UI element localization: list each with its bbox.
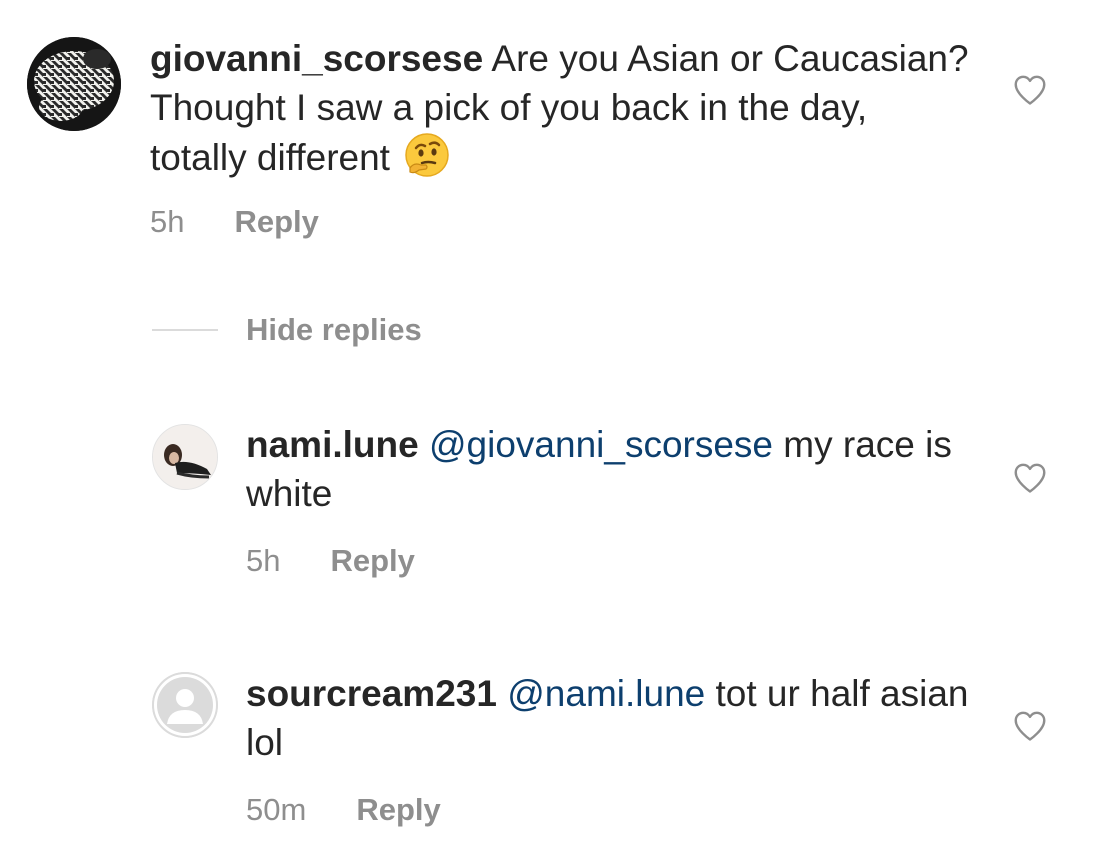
- comment-meta: 5h Reply: [246, 543, 415, 579]
- avatar[interactable]: [27, 37, 121, 131]
- comment-username[interactable]: sourcream231: [246, 673, 497, 714]
- hide-replies-button[interactable]: Hide replies: [152, 312, 422, 348]
- comment-username[interactable]: nami.lune: [246, 424, 419, 465]
- replies-divider: [152, 329, 218, 331]
- reply-button[interactable]: Reply: [356, 792, 440, 828]
- thinking-face-icon: [404, 132, 450, 190]
- comment-text: sourcream231 @nami.lune tot ur half asia…: [246, 669, 986, 767]
- comment-meta: 5h Reply: [150, 204, 319, 240]
- comment-timestamp: 5h: [150, 204, 185, 239]
- comment-text: nami.lune @giovanni_scorsese my race is …: [246, 420, 986, 518]
- like-heart-icon[interactable]: [1012, 708, 1048, 744]
- reply-button[interactable]: Reply: [330, 543, 414, 579]
- reply-button[interactable]: Reply: [234, 204, 318, 240]
- default-avatar-icon[interactable]: [152, 672, 218, 738]
- avatar[interactable]: [152, 424, 218, 490]
- hide-replies-label: Hide replies: [246, 312, 422, 347]
- mention-link[interactable]: @giovanni_scorsese: [429, 424, 773, 465]
- avatar-image: [153, 425, 217, 489]
- comment-text: giovanni_scorsese Are you Asian or Cauca…: [150, 34, 970, 190]
- comment-timestamp: 5h: [246, 543, 281, 578]
- avatar-image: [27, 37, 121, 131]
- comment-username[interactable]: giovanni_scorsese: [150, 38, 483, 79]
- like-heart-icon[interactable]: [1012, 72, 1048, 108]
- mention-link[interactable]: @nami.lune: [507, 673, 705, 714]
- like-heart-icon[interactable]: [1012, 460, 1048, 496]
- comment-timestamp: 50m: [246, 792, 307, 827]
- comment-meta: 50m Reply: [246, 792, 441, 828]
